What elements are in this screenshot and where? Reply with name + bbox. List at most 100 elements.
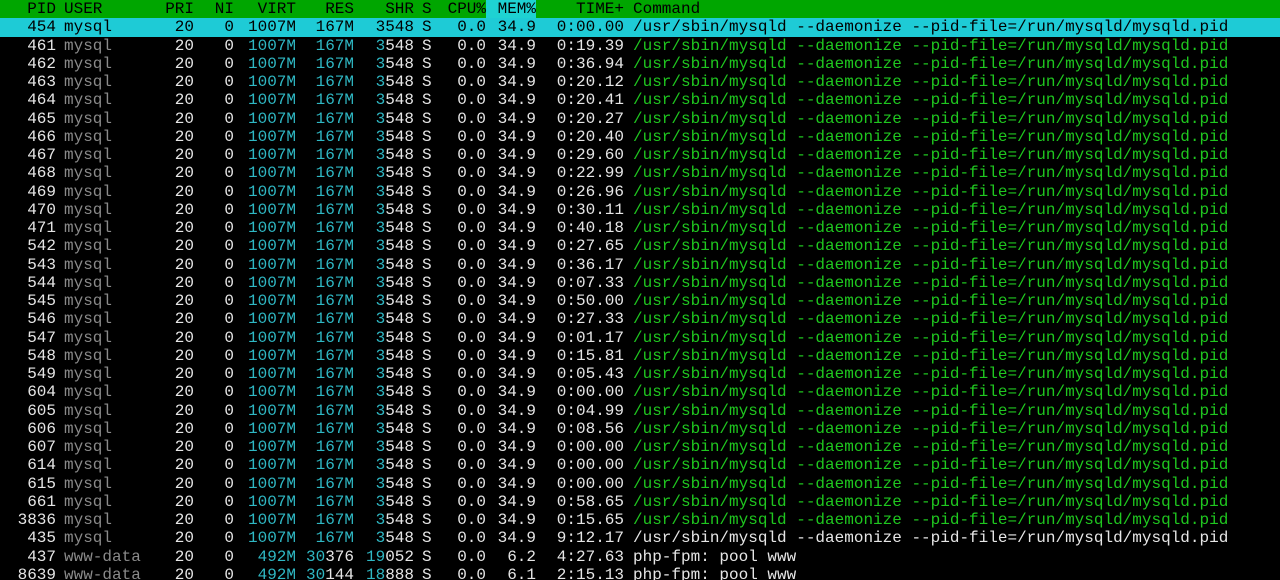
time-cell: 0:15.65 [556,511,624,529]
virt-cell: 1007M [247,182,296,201]
user-cell: mysql [64,310,113,329]
process-row[interactable]: 471 mysql 20 0 1007M 167M 3548 S 0.0 34.9 0:40.18/… [0,219,1280,237]
process-row[interactable]: 437 www-data 20 0 492M 30376 19052 S 0.0 6.2 4:27.… [0,548,1280,566]
user-cell: mysql [64,365,113,383]
mem-cell: 34.9 [497,292,536,310]
process-row[interactable]: 462 mysql 20 0 1007M 167M 3548 S 0.0 34.9 0:36.94/… [0,55,1280,73]
process-row[interactable]: 469 mysql 20 0 1007M 167M 3548 S 0.0 34.9 0:26.96/… [0,183,1280,201]
shr-units: 548 [385,200,414,219]
process-row[interactable]: 464 mysql 20 0 1007M 167M 3548 S 0.0 34.9 0:20.41/… [0,91,1280,109]
header-mem-sorted[interactable]: MEM% [486,0,536,19]
time-cell: 0:15.81 [556,346,624,365]
shr-thousands: 3 [375,237,386,256]
process-row[interactable]: 545 mysql 20 0 1007M 167M 3548 S 0.0 34.9 0:50.00/… [0,292,1280,310]
time-cell: 0:30.11 [556,200,624,219]
process-row[interactable]: 544 mysql 20 0 1007M 167M 3548 S 0.0 34.9 0:07.33/… [0,274,1280,292]
shr-cell: 3548 [354,529,414,547]
process-row[interactable]: 3836 mysql 20 0 1007M 167M 3548 S 0.0 34.9 0:15.65… [0,511,1280,529]
process-row[interactable]: 435 mysql 20 0 1007M 167M 3548 S 0.0 34.9 9:12.17/… [0,529,1280,547]
process-row[interactable]: 614 mysql 20 0 1007M 167M 3548 S 0.0 34.9 0:00.00/… [0,456,1280,474]
user-cell: mysql [64,529,113,548]
priority-cell: 20 [174,200,194,219]
shr-units: 548 [385,511,414,529]
shr-cell: 3548 [354,511,414,529]
process-row[interactable]: 547 mysql 20 0 1007M 167M 3548 S 0.0 34.9 0:01.17/… [0,329,1280,347]
command-cell: /usr/sbin/mysqld --daemonize --pid-file=… [633,401,1229,420]
time-cell: 0:07.33 [556,273,624,292]
process-row[interactable]: 607 mysql 20 0 1007M 167M 3548 S 0.0 34.9 0:00.00/… [0,438,1280,456]
time-cell: 0:00.00 [556,474,624,493]
header-cpu[interactable]: CPU% [436,0,486,18]
cpu-cell: 0.0 [457,365,486,383]
time-cell: 0:50.00 [556,292,624,310]
header-command[interactable]: Command [633,0,1280,18]
process-row[interactable]: 606 mysql 20 0 1007M 167M 3548 S 0.0 34.9 0:08.56/… [0,420,1280,438]
process-row[interactable]: 548 mysql 20 0 1007M 167M 3548 S 0.0 34.9 0:15.81/… [0,347,1280,365]
mem-cell: 34.9 [497,219,536,237]
nice-cell: 0 [224,237,234,256]
state-cell: S [422,146,432,164]
process-row[interactable]: 542 mysql 20 0 1007M 167M 3548 S 0.0 34.9 0:27.65/… [0,237,1280,255]
priority-cell: 20 [174,146,194,164]
virt-cell: 1007M [247,127,296,146]
pid-cell: 462 [27,54,56,73]
process-row[interactable]: 546 mysql 20 0 1007M 167M 3548 S 0.0 34.9 0:27.33/… [0,310,1280,328]
state-cell: S [422,328,432,347]
process-row[interactable]: 661 mysql 20 0 1007M 167M 3548 S 0.0 34.9 0:58.65/… [0,493,1280,511]
res-cell: 167M [315,310,354,329]
res-cell: 167M [315,438,354,456]
res-thousands: 30 [305,565,326,580]
process-row[interactable]: 604 mysql 20 0 1007M 167M 3548 S 0.0 34.9 0:00.00/… [0,383,1280,401]
process-row[interactable]: 454 mysql 20 0 1007M 167M 3548 S 0.0 34.9 0:00.00/… [0,18,1280,37]
process-row[interactable]: 466 mysql 20 0 1007M 167M 3548 S 0.0 34.9 0:20.40/… [0,128,1280,146]
header-shr[interactable]: SHR [354,0,414,18]
shr-thousands: 3 [375,383,386,402]
priority-cell: 20 [174,127,194,146]
process-row[interactable]: 468 mysql 20 0 1007M 167M 3548 S 0.0 34.9 0:22.99/… [0,164,1280,182]
process-row[interactable]: 470 mysql 20 0 1007M 167M 3548 S 0.0 34.9 0:30.11/… [0,201,1280,219]
shr-units: 548 [385,18,414,37]
priority-cell: 20 [174,310,194,329]
header-pri[interactable]: PRI [154,0,194,18]
pid-cell: 454 [27,18,56,37]
time-cell: 0:08.56 [556,419,624,438]
nice-cell: 0 [224,383,234,402]
time-cell: 0:05.43 [556,365,624,383]
header-res[interactable]: RES [296,0,354,18]
header-virt[interactable]: VIRT [234,0,296,18]
process-row[interactable]: 461 mysql 20 0 1007M 167M 3548 S 0.0 34.9 0:19.39/… [0,37,1280,55]
nice-cell: 0 [224,18,234,37]
header-pid[interactable]: PID [0,0,56,18]
pid-cell: 468 [27,164,56,183]
pid-cell: 545 [27,292,56,310]
shr-units: 548 [385,310,414,329]
process-row[interactable]: 549 mysql 20 0 1007M 167M 3548 S 0.0 34.9 0:05.43/… [0,365,1280,383]
process-row[interactable]: 467 mysql 20 0 1007M 167M 3548 S 0.0 34.9 0:29.60/… [0,146,1280,164]
process-row[interactable]: 8639 www-data 20 0 492M 30144 18888 S 0.0 6.1 2:15… [0,566,1280,580]
process-row[interactable]: 463 mysql 20 0 1007M 167M 3548 S 0.0 34.9 0:20.12/… [0,73,1280,91]
mem-cell: 34.9 [497,200,536,219]
process-row[interactable]: 605 mysql 20 0 1007M 167M 3548 S 0.0 34.9 0:04.99/… [0,402,1280,420]
state-cell: S [422,255,432,274]
priority-cell: 20 [174,182,194,201]
header-user[interactable]: USER [64,0,154,18]
mem-cell: 34.9 [497,310,536,329]
res-cell: 167M [315,474,354,493]
time-cell: 0:04.99 [556,401,624,420]
nice-cell: 0 [224,492,234,511]
header-ni[interactable]: NI [194,0,234,18]
user-cell: www-data [64,565,141,580]
nice-cell: 0 [224,419,234,438]
process-row[interactable]: 465 mysql 20 0 1007M 167M 3548 S 0.0 34.9 0:20.27/… [0,110,1280,128]
process-row[interactable]: 543 mysql 20 0 1007M 167M 3548 S 0.0 34.9 0:36.17/… [0,256,1280,274]
header-time[interactable]: TIME+ [544,0,624,18]
virt-cell: 1007M [247,365,296,383]
res-cell: 167M [315,511,354,529]
nice-cell: 0 [224,219,234,237]
shr-cell: 3548 [354,73,414,91]
state-cell: S [422,456,432,475]
res-cell: 167M [315,383,354,402]
process-row[interactable]: 615 mysql 20 0 1007M 167M 3548 S 0.0 34.9 0:00.00/… [0,475,1280,493]
cpu-cell: 0.0 [457,383,486,402]
header-state[interactable]: S [422,0,436,18]
